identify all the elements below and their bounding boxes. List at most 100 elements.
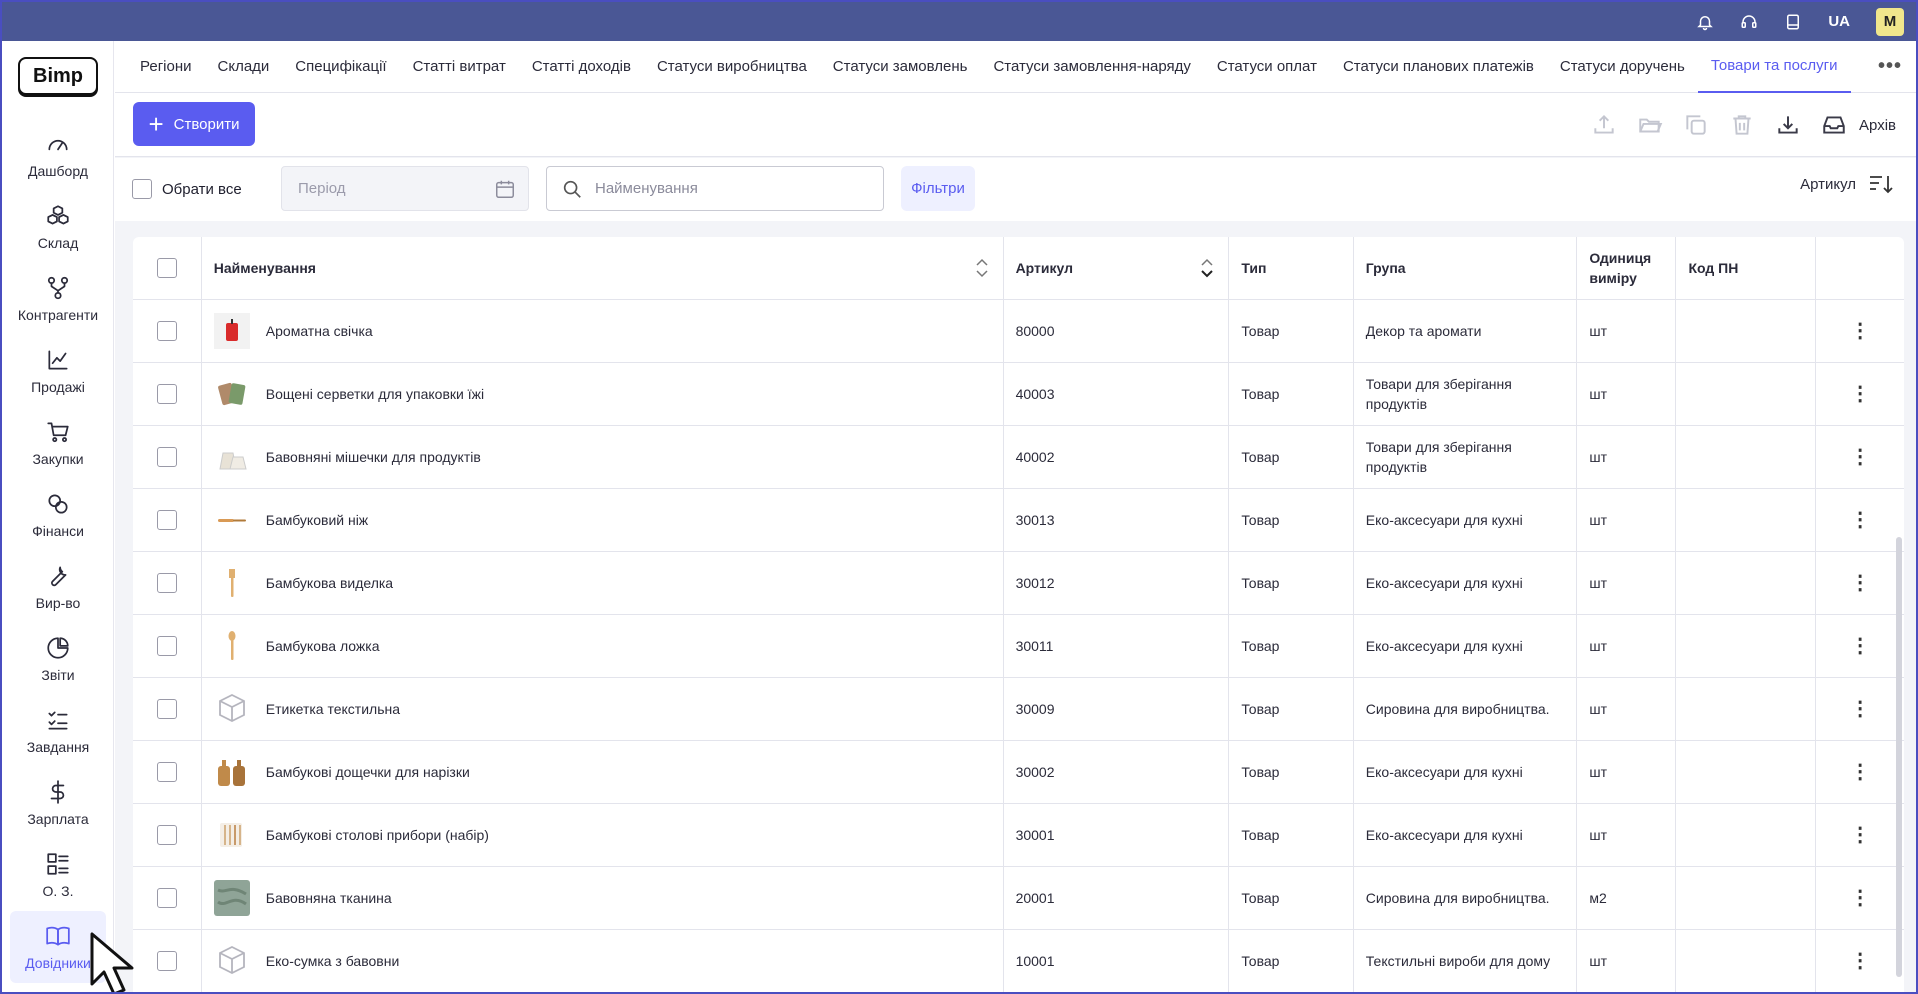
sidebar-item-3[interactable]: Продажі: [2, 335, 114, 407]
column-header-type[interactable]: Тип: [1228, 237, 1354, 300]
search-input[interactable]: Найменування: [546, 166, 884, 211]
row-menu-icon[interactable]: ⋮: [1815, 362, 1904, 426]
row-checkbox[interactable]: [156, 321, 177, 342]
table-row[interactable]: Бамбукова виделка 30012 Товар Еко-аксесуари…: [133, 551, 1904, 615]
tab-5[interactable]: Статуси виробництва: [644, 41, 820, 93]
table-row[interactable]: Еко-сумка з бавовни 10001 Товар Текстильні …: [133, 929, 1904, 992]
row-checkbox[interactable]: [156, 447, 177, 468]
cell-name[interactable]: Етикетка текстильна: [201, 677, 1004, 741]
cell-name[interactable]: Вощені серветки для упаковки їжі: [201, 362, 1004, 426]
table-row[interactable]: Ароматна свічка 80000 Товар Декор та аромат…: [133, 299, 1904, 363]
logo[interactable]: Bimp: [18, 57, 98, 95]
row-menu-icon[interactable]: ⋮: [1815, 488, 1904, 552]
folder-open-icon[interactable]: [1637, 112, 1663, 138]
sidebar-item-5[interactable]: Фінанси: [2, 479, 114, 551]
tab-11[interactable]: Товари та послуги: [1697, 41, 1851, 93]
row-menu-icon[interactable]: ⋮: [1815, 299, 1904, 363]
create-button[interactable]: + Створити: [133, 102, 255, 146]
cell-name[interactable]: Бавовняна тканина: [201, 866, 1004, 930]
column-header-sku[interactable]: Артикул: [1003, 237, 1230, 300]
archive-icon[interactable]: [1821, 112, 1847, 138]
sidebar-item-2[interactable]: Контрагенти: [2, 263, 114, 335]
row-menu-icon[interactable]: ⋮: [1815, 803, 1904, 867]
column-header-group[interactable]: Група: [1353, 237, 1578, 300]
tab-7[interactable]: Статуси замовлення-наряду: [980, 41, 1203, 93]
table-row[interactable]: Вощені серветки для упаковки їжі 40003 Тов…: [133, 362, 1904, 426]
sidebar-item-4[interactable]: Закупки: [2, 407, 114, 479]
period-field[interactable]: Період: [281, 166, 529, 211]
sidebar-item-7[interactable]: Звіти: [2, 623, 114, 695]
headset-icon[interactable]: [1740, 13, 1758, 31]
column-header-code[interactable]: Код ПН: [1675, 237, 1817, 300]
table-scrollbar[interactable]: [1896, 537, 1902, 977]
column-header-unit[interactable]: Одиниця виміру: [1576, 237, 1677, 300]
sidebar-item-10[interactable]: О. З.: [2, 839, 114, 911]
filters-button[interactable]: Фільтри: [901, 166, 975, 211]
row-checkbox[interactable]: [156, 636, 177, 657]
sidebar-item-0[interactable]: Дашборд: [2, 119, 114, 191]
table-row[interactable]: Бамбуковий ніж 30013 Товар Еко-аксесуари дл…: [133, 488, 1904, 552]
row-checkbox[interactable]: [156, 573, 177, 594]
cell-name[interactable]: Бамбуковий ніж: [201, 488, 1004, 552]
table-row[interactable]: Бамбукова ложка 30011 Товар Еко-аксесуари д…: [133, 614, 1904, 678]
cell-name[interactable]: Бамбукова виделка: [201, 551, 1004, 615]
row-menu-icon[interactable]: ⋮: [1815, 929, 1904, 992]
more-tabs-icon[interactable]: •••: [1878, 55, 1902, 78]
tab-0[interactable]: Регіони: [127, 41, 205, 93]
header-checkbox[interactable]: [156, 257, 177, 278]
sidebar-item-1[interactable]: Склад: [2, 191, 114, 263]
sort-icon[interactable]: [1200, 257, 1214, 279]
column-header-name[interactable]: Найменування: [201, 237, 1004, 300]
table-row[interactable]: Етикетка текстильна 30009 Товар Сировина дл…: [133, 677, 1904, 741]
tab-9[interactable]: Статуси планових платежів: [1330, 41, 1547, 93]
sort-descending-icon[interactable]: [1868, 172, 1894, 196]
tab-2[interactable]: Специфікації: [282, 41, 399, 93]
bell-icon[interactable]: [1696, 13, 1714, 31]
trash-icon[interactable]: [1729, 112, 1755, 138]
cell-name[interactable]: Еко-сумка з бавовни: [201, 929, 1004, 992]
table-row[interactable]: Бавовняна тканина 20001 Товар Сировина для …: [133, 866, 1904, 930]
row-menu-icon[interactable]: ⋮: [1815, 551, 1904, 615]
tab-1[interactable]: Склади: [205, 41, 283, 93]
sidebar-item-8[interactable]: Завдання: [2, 695, 114, 767]
cell-name[interactable]: Бамбукова ложка: [201, 614, 1004, 678]
row-checkbox[interactable]: [156, 699, 177, 720]
cell-name[interactable]: Бавовняні мішечки для продуктів: [201, 425, 1004, 489]
cell-name[interactable]: Бамбукові дощечки для нарізки: [201, 740, 1004, 804]
archive-button[interactable]: Архів: [1859, 117, 1896, 134]
row-checkbox[interactable]: [156, 510, 177, 531]
sort-icon[interactable]: [975, 257, 989, 279]
cell-name[interactable]: Ароматна свічка: [201, 299, 1004, 363]
copy-icon[interactable]: [1683, 112, 1709, 138]
book-open-icon[interactable]: [1784, 13, 1802, 31]
row-checkbox[interactable]: [156, 762, 177, 783]
tab-10[interactable]: Статуси доручень: [1547, 41, 1698, 93]
row-menu-icon[interactable]: ⋮: [1815, 740, 1904, 804]
upload-icon[interactable]: [1591, 112, 1617, 138]
row-menu-icon[interactable]: ⋮: [1815, 614, 1904, 678]
row-menu-icon[interactable]: ⋮: [1815, 425, 1904, 489]
tab-6[interactable]: Статуси замовлень: [820, 41, 981, 93]
row-menu-icon[interactable]: ⋮: [1815, 677, 1904, 741]
select-all[interactable]: Обрати все: [132, 179, 242, 199]
tab-8[interactable]: Статуси оплат: [1204, 41, 1330, 93]
row-checkbox[interactable]: [156, 825, 177, 846]
row-menu-icon[interactable]: ⋮: [1815, 866, 1904, 930]
sort-control[interactable]: Артикул: [1800, 172, 1894, 196]
tab-3[interactable]: Статті витрат: [400, 41, 519, 93]
table-row[interactable]: Бамбукові дощечки для нарізки 30002 Товар Е…: [133, 740, 1904, 804]
table-row[interactable]: Бамбукові столові прибори (набір) 30001 То…: [133, 803, 1904, 867]
row-checkbox[interactable]: [156, 384, 177, 405]
language-switch[interactable]: UA: [1828, 13, 1850, 30]
select-all-checkbox[interactable]: [132, 179, 152, 199]
tab-4[interactable]: Статті доходів: [519, 41, 644, 93]
calendar-icon[interactable]: [494, 178, 516, 200]
sidebar-item-6[interactable]: Вир-во: [2, 551, 114, 623]
download-icon[interactable]: [1775, 112, 1801, 138]
row-checkbox[interactable]: [156, 951, 177, 972]
table-row[interactable]: Бавовняні мішечки для продуктів 40002 Това…: [133, 425, 1904, 489]
cell-name[interactable]: Бамбукові столові прибори (набір): [201, 803, 1004, 867]
row-checkbox[interactable]: [156, 888, 177, 909]
sidebar-item-9[interactable]: Зарплата: [2, 767, 114, 839]
avatar[interactable]: M: [1876, 7, 1904, 36]
